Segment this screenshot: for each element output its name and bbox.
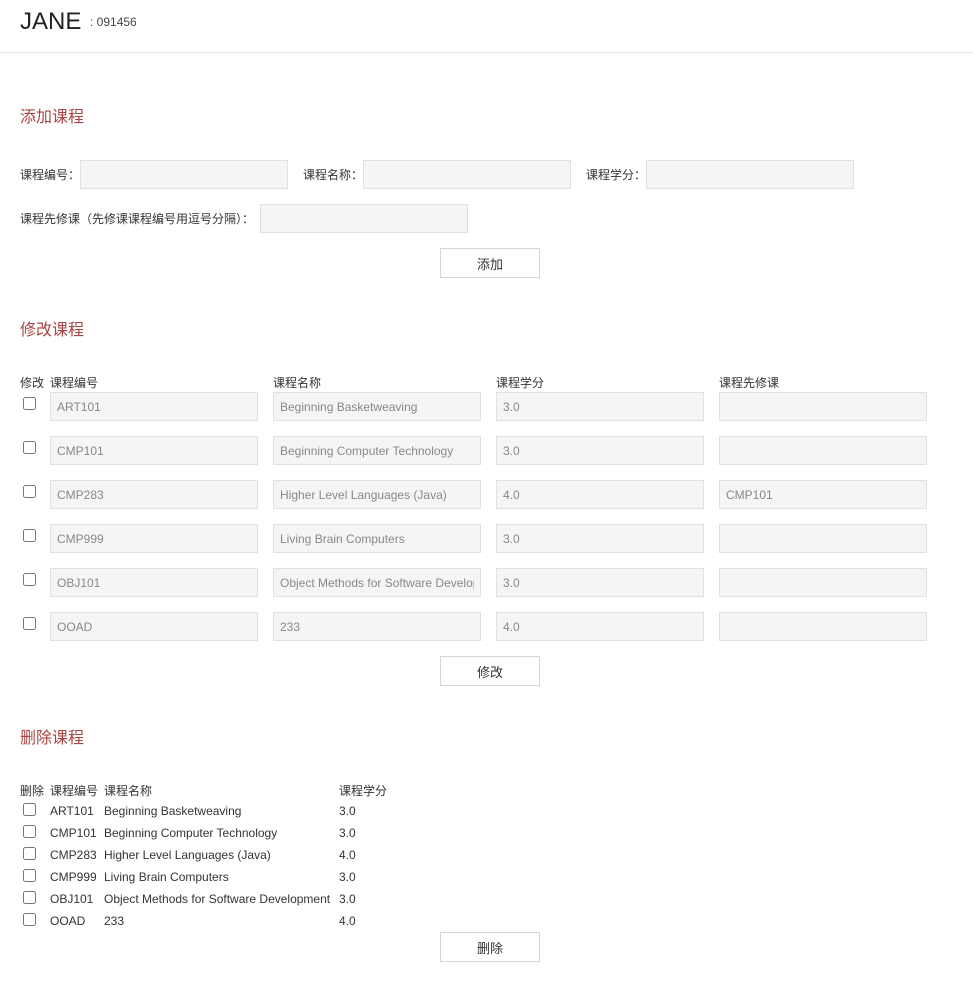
modify-row-checkbox[interactable] [23, 573, 36, 586]
delete-course-credit: 3.0 [339, 804, 356, 818]
course-prereq-field[interactable] [719, 436, 927, 465]
course-id-field[interactable] [50, 524, 258, 553]
delete-course-credit: 4.0 [339, 914, 356, 928]
delete-row-checkbox[interactable] [23, 891, 36, 904]
course-prereq-field[interactable] [719, 568, 927, 597]
delete-row-checkbox[interactable] [23, 825, 36, 838]
delete-row-checkbox[interactable] [23, 913, 36, 926]
modify-header-course-id: 课程编号 [50, 376, 99, 390]
add-button[interactable]: 添加 [440, 248, 540, 278]
course-credit-input[interactable] [646, 160, 854, 189]
modify-button[interactable]: 修改 [440, 656, 540, 686]
delete-header-credit: 课程学分 [339, 784, 388, 798]
course-credit-field[interactable] [496, 436, 704, 465]
modify-row-checkbox[interactable] [23, 397, 36, 410]
course-id-field[interactable] [50, 436, 258, 465]
modify-header-course-name: 课程名称 [273, 376, 322, 390]
delete-row-checkbox[interactable] [23, 803, 36, 816]
modify-header-prereq: 课程先修课 [719, 376, 780, 390]
add-course-title: 添加课程 [20, 109, 85, 126]
course-id-input[interactable] [80, 160, 288, 189]
delete-course-id: ART101 [50, 804, 94, 818]
course-prereq-field[interactable] [719, 524, 927, 553]
delete-course-name: Higher Level Languages (Java) [104, 848, 271, 862]
prereq-input[interactable] [260, 204, 468, 233]
course-credit-field[interactable] [496, 612, 704, 641]
user-name: JANE [20, 8, 82, 35]
delete-course-name: Living Brain Computers [104, 870, 229, 884]
delete-course-name: Beginning Basketweaving [104, 804, 242, 818]
course-name-field[interactable] [273, 392, 481, 421]
course-credit-field[interactable] [496, 480, 704, 509]
delete-course-name: Object Methods for Software Development [104, 892, 331, 906]
course-credit-field[interactable] [496, 524, 704, 553]
course-name-field[interactable] [273, 568, 481, 597]
course-id-label: 课程编号： [20, 168, 81, 182]
modify-row-checkbox[interactable] [23, 441, 36, 454]
modify-header-select: 修改 [20, 376, 45, 390]
course-id-field[interactable] [50, 612, 258, 641]
delete-course-title: 删除课程 [20, 730, 85, 747]
delete-course-id: CMP283 [50, 848, 97, 862]
course-name-input[interactable] [363, 160, 571, 189]
delete-course-id: OBJ101 [50, 892, 94, 906]
course-name-field[interactable] [273, 524, 481, 553]
modify-course-title: 修改课程 [20, 322, 85, 339]
course-id-field[interactable] [50, 568, 258, 597]
delete-button[interactable]: 删除 [440, 932, 540, 962]
delete-row-checkbox[interactable] [23, 869, 36, 882]
delete-course-credit: 4.0 [339, 848, 356, 862]
delete-course-id: CMP999 [50, 870, 97, 884]
delete-header-select: 删除 [20, 784, 45, 798]
delete-course-credit: 3.0 [339, 826, 356, 840]
modify-row-checkbox[interactable] [23, 485, 36, 498]
course-name-field[interactable] [273, 480, 481, 509]
delete-course-name: Beginning Computer Technology [104, 826, 278, 840]
course-id-field[interactable] [50, 480, 258, 509]
course-prereq-field[interactable] [719, 392, 927, 421]
page-header: JANE : 091456 [0, 0, 973, 53]
course-name-field[interactable] [273, 436, 481, 465]
course-prereq-field[interactable] [719, 612, 927, 641]
delete-course-name: 233 [104, 914, 125, 928]
delete-row-checkbox[interactable] [23, 847, 36, 860]
delete-course-id: CMP101 [50, 826, 97, 840]
course-id-field[interactable] [50, 392, 258, 421]
course-credit-label: 课程学分： [586, 168, 647, 182]
prereq-label: 课程先修课（先修课课程编号用逗号分隔）： [20, 212, 255, 226]
delete-course-credit: 3.0 [339, 892, 356, 906]
delete-course-credit: 3.0 [339, 870, 356, 884]
delete-course-id: OOAD [50, 914, 86, 928]
course-name-field[interactable] [273, 612, 481, 641]
modify-header-credit: 课程学分 [496, 376, 545, 390]
course-name-label: 课程名称： [303, 168, 364, 182]
user-id: : 091456 [90, 15, 137, 29]
modify-row-checkbox[interactable] [23, 529, 36, 542]
course-prereq-field[interactable] [719, 480, 927, 509]
delete-header-course-id: 课程编号 [50, 784, 99, 798]
course-credit-field[interactable] [496, 392, 704, 421]
modify-row-checkbox[interactable] [23, 617, 36, 630]
course-credit-field[interactable] [496, 568, 704, 597]
delete-header-course-name: 课程名称 [104, 784, 153, 798]
